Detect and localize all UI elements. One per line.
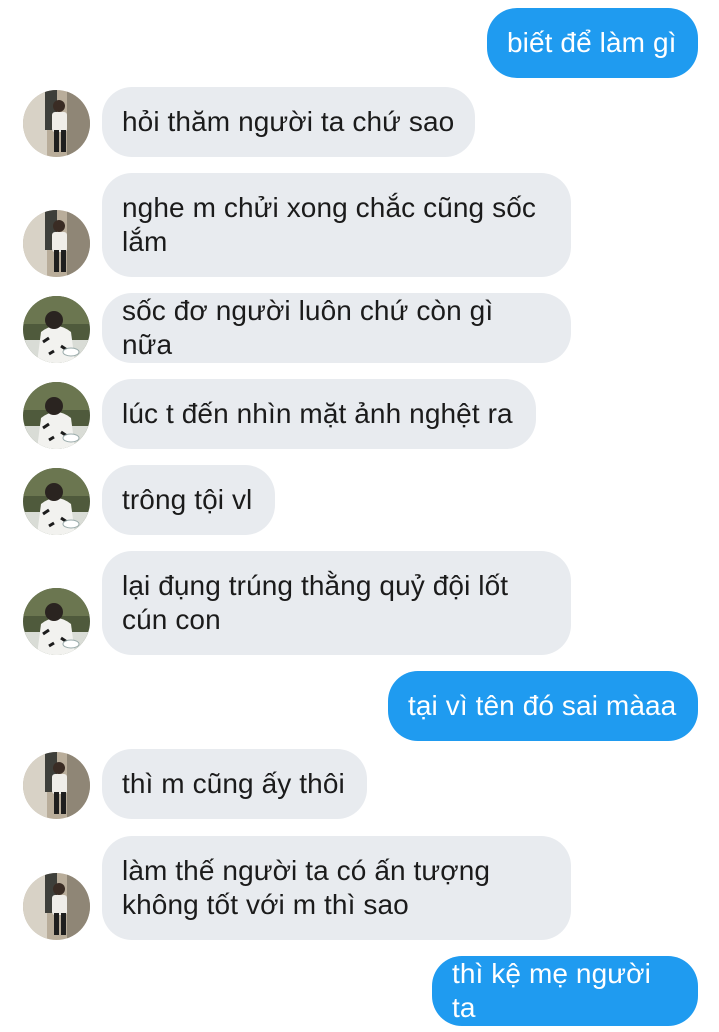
outgoing-message-bubble[interactable]: tại vì tên đó sai màaa	[388, 671, 698, 741]
outgoing-message-bubble[interactable]: biết để làm gì	[487, 8, 698, 78]
incoming-message-bubble[interactable]: lúc t đến nhìn mặt ảnh nghệt ra	[102, 379, 536, 449]
person-seated-avatar-icon[interactable]	[23, 296, 90, 363]
incoming-message-bubble[interactable]: hỏi thăm người ta chứ sao	[102, 87, 475, 157]
incoming-message-bubble[interactable]: thì m cũng ấy thôi	[102, 749, 367, 819]
person-standing-avatar-icon[interactable]	[23, 210, 90, 277]
incoming-message-bubble[interactable]: làm thế người ta có ấn tượng không tốt v…	[102, 836, 571, 940]
incoming-message-bubble[interactable]: lại đụng trúng thằng quỷ đội lốt cún con	[102, 551, 571, 655]
person-seated-avatar-icon[interactable]	[23, 588, 90, 655]
person-standing-avatar-icon[interactable]	[23, 90, 90, 157]
person-standing-avatar-icon[interactable]	[23, 873, 90, 940]
incoming-message-bubble[interactable]: trông tội vl	[102, 465, 275, 535]
outgoing-message-bubble[interactable]: thì kệ mẹ người ta	[432, 956, 698, 1026]
person-seated-avatar-icon[interactable]	[23, 382, 90, 449]
message-thread[interactable]: biết để làm gì hỏi thăm người ta chứ sao	[0, 0, 719, 1032]
person-seated-avatar-icon[interactable]	[23, 468, 90, 535]
person-standing-avatar-icon[interactable]	[23, 752, 90, 819]
incoming-message-bubble[interactable]: nghe m chửi xong chắc cũng sốc lắm	[102, 173, 571, 277]
incoming-message-bubble[interactable]: sốc đơ người luôn chứ còn gì nữa	[102, 293, 571, 363]
